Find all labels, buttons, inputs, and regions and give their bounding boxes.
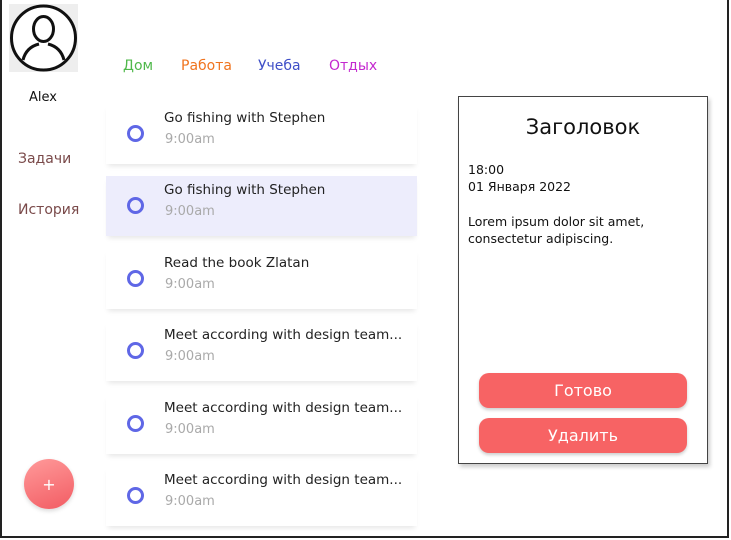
task-item-selected[interactable]: Go fishing with Stephen 9:00am [106, 176, 417, 236]
task-time: 9:00am [165, 132, 215, 147]
checkbox-circle-icon[interactable] [127, 342, 144, 359]
checkbox-circle-icon[interactable] [127, 197, 144, 214]
task-title: Go fishing with Stephen [164, 110, 326, 126]
task-item[interactable]: Read the book Zlatan 9:00am [106, 249, 417, 309]
checkbox-circle-icon[interactable] [127, 415, 144, 432]
task-time: 9:00am [165, 277, 215, 292]
task-item[interactable]: Go fishing with Stephen 9:00am [106, 104, 417, 164]
done-button[interactable]: Готово [479, 373, 687, 408]
tab-rest[interactable]: Отдых [329, 58, 377, 74]
detail-date: 01 Января 2022 [468, 179, 572, 194]
plus-icon: + [42, 474, 56, 494]
task-item[interactable]: Meet according with design team... 9:00a… [106, 466, 417, 526]
detail-description: Lorem ipsum dolor sit amet, consectetur … [468, 214, 645, 246]
detail-title: Заголовок [525, 115, 641, 139]
detail-time: 18:00 [468, 162, 505, 177]
user-name: Alex [29, 90, 57, 105]
tab-work[interactable]: Работа [181, 58, 232, 74]
task-title: Meet according with design team... [164, 472, 403, 488]
task-time: 9:00am [165, 494, 215, 509]
checkbox-circle-icon[interactable] [127, 270, 144, 287]
task-title: Meet according with design team... [164, 400, 403, 416]
task-detail-panel: Заголовок 18:00 01 Января 2022 Lorem ips… [458, 96, 708, 464]
task-title: Meet according with design team... [164, 327, 403, 343]
tab-study[interactable]: Учеба [258, 58, 301, 74]
sidebar-item-history[interactable]: История [18, 202, 79, 218]
task-title: Read the book Zlatan [164, 255, 310, 271]
task-time: 9:00am [165, 422, 215, 437]
add-task-button[interactable]: + [24, 459, 74, 509]
task-title: Go fishing with Stephen [164, 182, 326, 198]
checkbox-circle-icon[interactable] [127, 487, 144, 504]
task-item[interactable]: Meet according with design team... 9:00a… [106, 321, 417, 381]
user-icon [10, 4, 77, 72]
task-time: 9:00am [165, 204, 215, 219]
task-item[interactable]: Meet according with design team... 9:00a… [106, 394, 417, 454]
task-time: 9:00am [165, 349, 215, 364]
checkbox-circle-icon[interactable] [127, 125, 144, 142]
avatar[interactable] [9, 4, 78, 72]
tab-home[interactable]: Дом [123, 58, 153, 74]
sidebar-item-tasks[interactable]: Задачи [18, 151, 71, 167]
delete-button[interactable]: Удалить [479, 418, 687, 453]
